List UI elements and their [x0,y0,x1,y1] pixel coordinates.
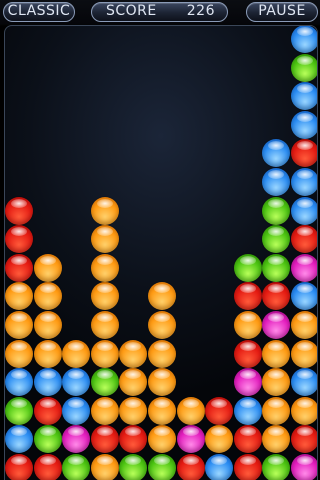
orange-bubble[interactable] [291,311,317,339]
blue-bubble[interactable] [262,168,290,196]
blue-bubble[interactable] [262,139,290,167]
red-bubble[interactable] [234,454,262,480]
mode-button[interactable]: CLASSIC [3,2,75,22]
magenta-bubble[interactable] [62,425,90,453]
red-bubble[interactable] [5,197,33,225]
orange-bubble[interactable] [205,425,233,453]
orange-bubble[interactable] [262,425,290,453]
red-bubble[interactable] [119,425,147,453]
orange-bubble[interactable] [34,311,62,339]
red-bubble[interactable] [91,425,119,453]
red-bubble[interactable] [291,139,317,167]
orange-bubble[interactable] [262,368,290,396]
blue-bubble[interactable] [62,397,90,425]
score-label: SCORE [106,3,157,19]
blue-bubble[interactable] [291,368,317,396]
top-bar: CLASSIC SCORE 226 PAUSE [0,0,320,24]
orange-bubble[interactable] [91,311,119,339]
blue-bubble[interactable] [291,282,317,310]
green-bubble[interactable] [262,197,290,225]
green-bubble[interactable] [5,397,33,425]
orange-bubble[interactable] [91,254,119,282]
orange-bubble[interactable] [5,282,33,310]
orange-bubble[interactable] [234,311,262,339]
blue-bubble[interactable] [291,82,317,110]
orange-bubble[interactable] [148,397,176,425]
blue-bubble[interactable] [291,168,317,196]
blue-bubble[interactable] [291,197,317,225]
orange-bubble[interactable] [91,225,119,253]
orange-bubble[interactable] [62,340,90,368]
orange-bubble[interactable] [148,368,176,396]
orange-bubble[interactable] [5,340,33,368]
orange-bubble[interactable] [91,397,119,425]
blue-bubble[interactable] [234,397,262,425]
blue-bubble[interactable] [205,454,233,480]
red-bubble[interactable] [5,254,33,282]
magenta-bubble[interactable] [177,425,205,453]
red-bubble[interactable] [234,425,262,453]
orange-bubble[interactable] [291,340,317,368]
green-bubble[interactable] [262,454,290,480]
blue-bubble[interactable] [291,26,317,53]
orange-bubble[interactable] [262,340,290,368]
red-bubble[interactable] [5,225,33,253]
red-bubble[interactable] [205,397,233,425]
orange-bubble[interactable] [91,282,119,310]
blue-bubble[interactable] [291,111,317,139]
red-bubble[interactable] [291,425,317,453]
red-bubble[interactable] [234,340,262,368]
orange-bubble[interactable] [91,340,119,368]
game-screen: CLASSIC SCORE 226 PAUSE [0,0,320,480]
orange-bubble[interactable] [5,311,33,339]
red-bubble[interactable] [234,282,262,310]
green-bubble[interactable] [262,225,290,253]
red-bubble[interactable] [5,454,33,480]
red-bubble[interactable] [262,282,290,310]
green-bubble[interactable] [262,254,290,282]
magenta-bubble[interactable] [291,454,317,480]
orange-bubble[interactable] [262,397,290,425]
blue-bubble[interactable] [34,368,62,396]
orange-bubble[interactable] [148,425,176,453]
orange-bubble[interactable] [291,397,317,425]
bubble-grid [5,26,317,480]
green-bubble[interactable] [91,368,119,396]
orange-bubble[interactable] [91,454,119,480]
orange-bubble[interactable] [34,254,62,282]
red-bubble[interactable] [34,397,62,425]
blue-bubble[interactable] [5,425,33,453]
green-bubble[interactable] [234,254,262,282]
red-bubble[interactable] [177,454,205,480]
score-value: 226 [186,3,215,19]
green-bubble[interactable] [62,454,90,480]
blue-bubble[interactable] [5,368,33,396]
game-board[interactable] [4,25,318,480]
orange-bubble[interactable] [148,282,176,310]
pause-button[interactable]: PAUSE [246,2,318,22]
orange-bubble[interactable] [119,340,147,368]
green-bubble[interactable] [119,454,147,480]
orange-bubble[interactable] [119,397,147,425]
blue-bubble[interactable] [62,368,90,396]
orange-bubble[interactable] [91,197,119,225]
magenta-bubble[interactable] [262,311,290,339]
orange-bubble[interactable] [148,340,176,368]
red-bubble[interactable] [34,454,62,480]
orange-bubble[interactable] [148,311,176,339]
magenta-bubble[interactable] [234,368,262,396]
green-bubble[interactable] [34,425,62,453]
green-bubble[interactable] [291,54,317,82]
orange-bubble[interactable] [34,282,62,310]
score-display: SCORE 226 [91,2,228,22]
orange-bubble[interactable] [119,368,147,396]
orange-bubble[interactable] [34,340,62,368]
magenta-bubble[interactable] [291,254,317,282]
red-bubble[interactable] [291,225,317,253]
green-bubble[interactable] [148,454,176,480]
orange-bubble[interactable] [177,397,205,425]
